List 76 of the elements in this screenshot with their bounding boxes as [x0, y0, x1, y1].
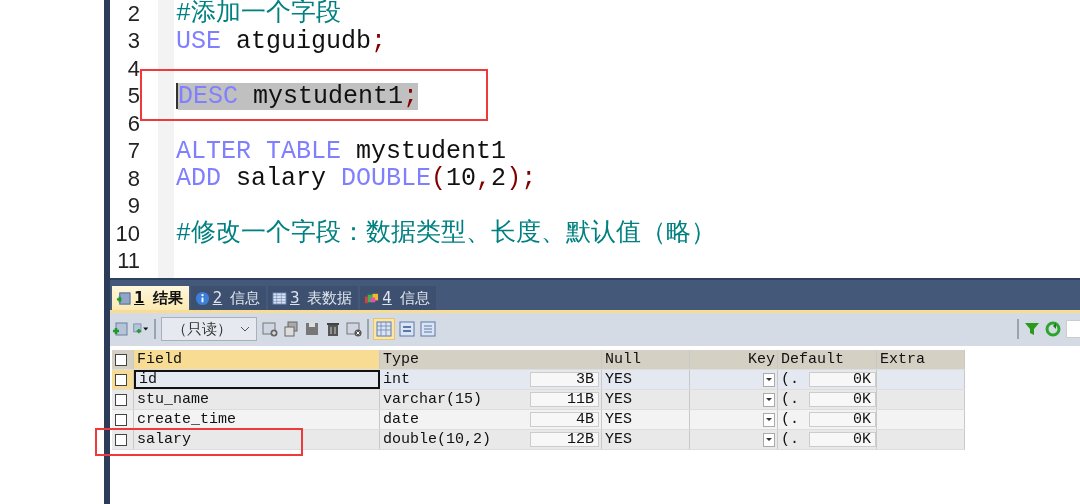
column-header[interactable]: Type: [380, 350, 602, 369]
dropdown-button[interactable]: [763, 372, 775, 387]
size-cell: 0K: [808, 372, 876, 387]
line-number: 7: [127, 139, 140, 164]
row-checkbox[interactable]: [115, 393, 127, 406]
size-cell: 11B: [529, 392, 599, 407]
trash-icon[interactable]: [325, 321, 341, 337]
form-view-icon[interactable]: [399, 321, 415, 337]
line-number: 9: [127, 194, 140, 219]
code-line: USE atguigudb;: [176, 27, 387, 55]
size-cell: 3B: [529, 372, 599, 387]
size-cell: 12B: [529, 432, 599, 447]
result-tab[interactable]: 3 表数据: [268, 286, 359, 310]
table-cell-text: double(10,2): [383, 430, 493, 449]
row-checkbox[interactable]: [115, 413, 127, 426]
duplicate-icon[interactable]: [283, 321, 299, 337]
table-cell: YES: [602, 430, 690, 449]
size-cell: 0K: [808, 432, 876, 447]
caret-icon: [766, 437, 772, 442]
delete-rows-icon[interactable]: [346, 321, 362, 337]
size-cell: 0K: [808, 392, 876, 407]
line-number: 2: [127, 1, 140, 26]
add-record-icon[interactable]: [262, 321, 278, 337]
column-header[interactable]: Null: [602, 350, 690, 369]
mode-dropdown[interactable]: （只读）: [161, 317, 257, 341]
table-cell-text: (.: [781, 370, 800, 389]
table-cell-text: (.: [781, 410, 800, 429]
row-checkbox[interactable]: [115, 373, 127, 386]
line-number: 3: [127, 29, 140, 54]
input-field[interactable]: [1066, 320, 1080, 338]
table-icon: [272, 290, 287, 306]
table-cell: YES: [602, 370, 690, 389]
refresh-icon[interactable]: [1045, 321, 1061, 337]
line-number: 4: [127, 56, 140, 81]
info-icon: [194, 290, 210, 306]
code-line: ADD salary DOUBLE(10,2);: [176, 165, 537, 193]
table-cell: stu_name: [134, 390, 380, 409]
table-cell: create_time: [134, 410, 380, 429]
line-number: 8: [127, 166, 140, 191]
dropdown-button[interactable]: [763, 392, 775, 407]
text-cursor: [176, 83, 178, 110]
result-tab[interactable]: 2 信息: [190, 286, 266, 310]
column-header[interactable]: Field: [134, 350, 380, 369]
table-cell-text: int: [383, 370, 411, 389]
caret-icon: [766, 377, 772, 382]
column-header[interactable]: Key: [690, 350, 778, 369]
table-cell: YES: [602, 410, 690, 429]
filter-icon[interactable]: [1024, 321, 1040, 337]
insert-row-icon[interactable]: [112, 321, 128, 337]
table-cell: salary: [134, 430, 380, 449]
row-checkbox[interactable]: [115, 433, 127, 446]
table-cell-text: varchar(15): [383, 390, 484, 409]
size-cell: 4B: [529, 412, 599, 427]
table-cell-text: (.: [781, 430, 800, 449]
result-tab[interactable]: 1 结果: [112, 286, 189, 310]
select-all-checkbox[interactable]: [115, 353, 127, 366]
result-tab[interactable]: 4 信息: [360, 286, 436, 310]
dropdown-button[interactable]: [763, 412, 775, 427]
caret-icon: [766, 417, 772, 422]
column-header[interactable]: Default: [778, 350, 877, 369]
table-cell-text: (.: [781, 390, 800, 409]
table-cell: id: [134, 370, 380, 389]
dropdown-button[interactable]: [763, 432, 775, 447]
table-cell: YES: [602, 390, 690, 409]
table-cell-text: date: [383, 410, 420, 429]
code-line: ALTER TABLE mystudent1: [176, 137, 507, 165]
save-icon[interactable]: [304, 321, 320, 337]
code-line: #修改一个字段：数据类型、长度、默认值（略）: [176, 220, 716, 248]
column-header[interactable]: Extra: [877, 350, 965, 369]
caret-icon: [766, 397, 772, 402]
chevron-down-icon: [240, 326, 250, 332]
line-number: 11: [117, 249, 140, 274]
size-cell: 0K: [808, 412, 876, 427]
line-number: 6: [127, 111, 140, 136]
line-number: 10: [115, 221, 140, 246]
line-number: 5: [127, 84, 140, 109]
